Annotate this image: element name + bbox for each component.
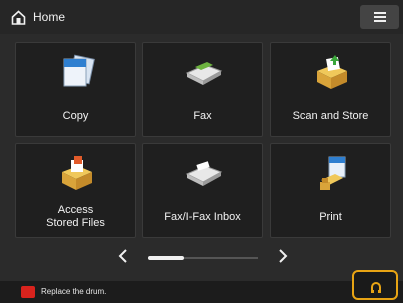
tile-label: Fax/I-Fax Inbox	[164, 211, 241, 223]
tile-label: Copy	[62, 110, 89, 122]
home-screen: Home Copy Fax Scan and Store Access Stor…	[0, 0, 403, 303]
scan-and-store-icon	[317, 55, 347, 89]
tile-label: Print	[319, 211, 342, 223]
chevron-left-icon[interactable]	[118, 249, 128, 263]
hamburger-menu-icon	[374, 12, 386, 14]
home-icon	[11, 10, 26, 25]
page-title: Home	[33, 10, 66, 24]
scan-and-store-tile[interactable]: Scan and Store	[270, 42, 391, 137]
fax-tile[interactable]: Fax	[142, 42, 263, 137]
access-stored-files-icon	[62, 156, 92, 190]
chevron-right-icon[interactable]	[278, 249, 288, 263]
menu-button[interactable]	[360, 5, 399, 29]
copy-tile[interactable]: Copy	[15, 42, 136, 137]
fax-inbox-icon	[185, 161, 223, 186]
page-indicator-thumb	[148, 256, 184, 260]
print-icon	[320, 156, 346, 190]
status-monitor-icon	[371, 282, 381, 293]
tile-label: Access Stored Files	[46, 204, 105, 229]
access-stored-files-tile[interactable]: Access Stored Files	[15, 143, 136, 238]
fax-inbox-tile[interactable]: Fax/I-Fax Inbox	[142, 143, 263, 238]
print-tile[interactable]: Print	[270, 143, 391, 238]
tile-label: Scan and Store	[292, 110, 369, 122]
header-bar: Home	[0, 0, 403, 34]
status-monitor-button[interactable]	[352, 270, 398, 300]
error-icon	[21, 286, 35, 298]
status-message: Replace the drum.	[41, 287, 107, 296]
fax-icon	[185, 62, 223, 85]
tile-label: Fax	[193, 110, 212, 122]
copy-icon	[63, 54, 95, 87]
